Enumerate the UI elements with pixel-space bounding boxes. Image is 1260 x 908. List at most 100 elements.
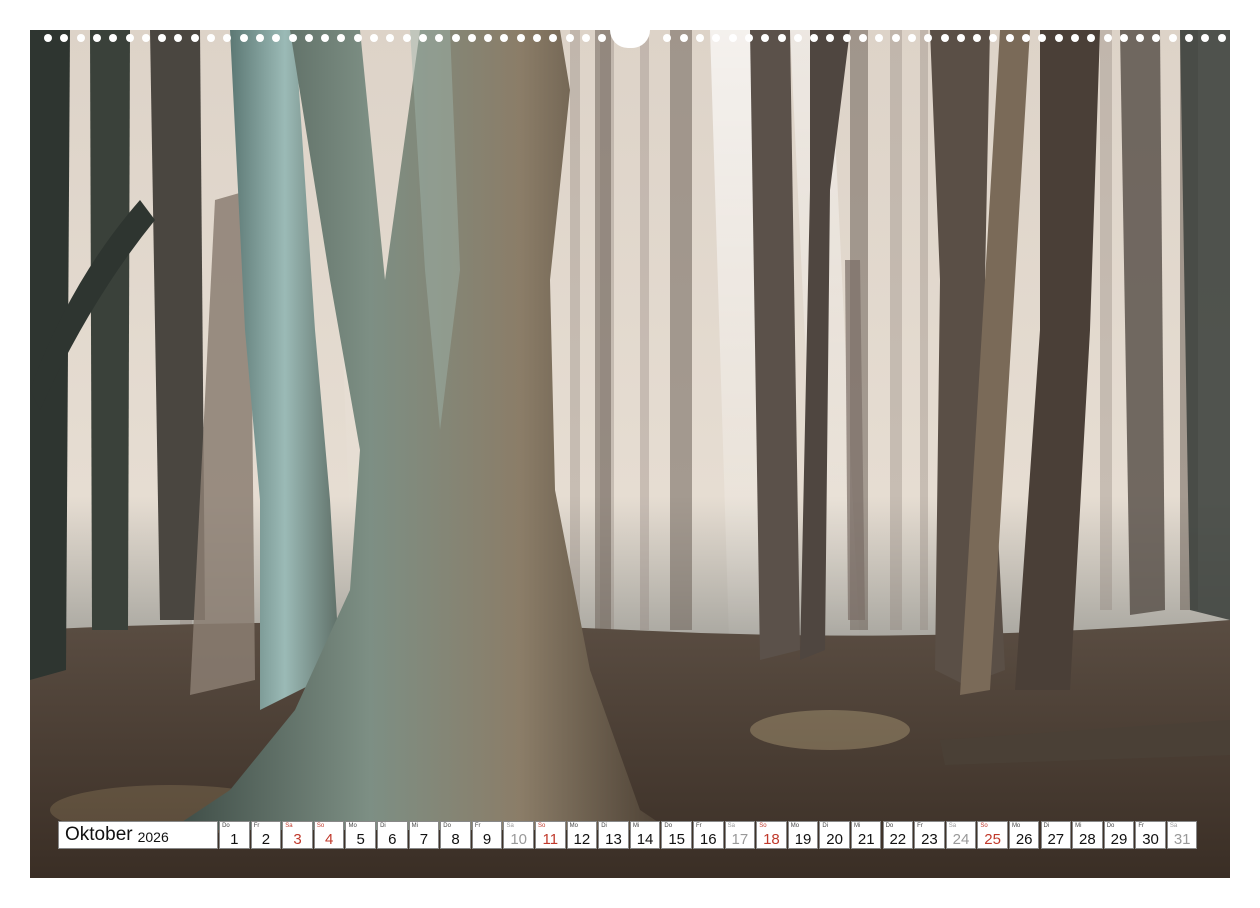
binding-hole — [467, 34, 476, 42]
calendar-day-cell: Mo 19 — [787, 821, 819, 849]
weekday-abbr: Mi — [853, 823, 861, 829]
weekday-abbr: Sa — [506, 823, 514, 829]
calendar-day-cell: Di 13 — [598, 821, 629, 849]
weekday-abbr: So — [316, 823, 325, 829]
weekday-abbr: Mo — [1011, 823, 1021, 829]
binding-hole — [272, 34, 281, 42]
day-number: 1 — [230, 831, 239, 848]
binding-hole — [989, 34, 998, 42]
calendar-day-cell: Mo 26 — [1008, 821, 1040, 849]
binding-hole — [516, 34, 525, 42]
binding-hole — [1103, 34, 1112, 42]
binding-hole — [402, 34, 411, 42]
weekday-abbr: Fr — [696, 823, 702, 829]
weekday-abbr: Do — [885, 823, 894, 829]
binding-hole — [1136, 34, 1145, 42]
binding-hole — [321, 34, 330, 42]
weekday-abbr: Sa — [948, 823, 957, 829]
day-number: 12 — [573, 831, 591, 848]
calendar-day-cell: Do 22 — [882, 821, 914, 849]
day-number: 28 — [1079, 831, 1096, 848]
binding-hole — [793, 34, 802, 42]
binding-hole — [761, 34, 770, 42]
calendar-day-cell: Sa 10 — [503, 821, 534, 849]
day-number: 24 — [952, 831, 970, 848]
month-label-box: Oktober 2026 — [58, 821, 218, 849]
weekday-abbr: Do — [1106, 823, 1115, 829]
binding-hole — [60, 34, 69, 42]
weekday-abbr: Di — [601, 823, 607, 829]
day-number: 17 — [731, 831, 749, 848]
weekday-abbr: Fr — [253, 823, 260, 829]
day-number: 19 — [794, 831, 812, 848]
binding-hole — [44, 34, 52, 42]
calendar-day-cell: Di 27 — [1040, 821, 1072, 849]
binding-hole — [826, 34, 835, 42]
binding-hole — [386, 34, 395, 42]
binding-hole — [842, 34, 851, 42]
weekday-abbr: Fr — [1138, 823, 1144, 829]
weekday-abbr: Do — [222, 823, 230, 829]
binding-hole — [239, 34, 248, 42]
binding-hole — [451, 34, 460, 42]
weekday-abbr: Fr — [474, 823, 481, 829]
day-number: 7 — [419, 831, 429, 848]
calendar-day-cell: Sa 24 — [945, 821, 977, 849]
weekday-abbr: So — [759, 823, 767, 829]
binding-hole — [565, 34, 574, 42]
weekday-abbr: Mo — [569, 823, 578, 829]
binding-hole — [663, 34, 672, 42]
day-cells: Do 1 Fr 2 Sa 3 So 4 Mo 5 Di 6 Mi 7 Do 8 Fr 9 Sa 10 So 11 Mo 12 D… — [218, 821, 1198, 849]
weekday-abbr: Fr — [917, 823, 923, 829]
weekday-abbr: Sa — [285, 823, 293, 829]
calendar-day-cell: Di 6 — [377, 821, 408, 849]
calendar-day-cell: Mi 28 — [1072, 821, 1103, 849]
weekday-abbr: Do — [664, 823, 673, 829]
weekday-abbr: Sa — [1169, 823, 1178, 829]
calendar-day-cell: Sa 3 — [282, 821, 313, 849]
day-number: 31 — [1173, 831, 1191, 848]
binding-hole — [223, 34, 232, 42]
calendar-day-cell: Fr 9 — [471, 821, 503, 849]
weekday-abbr: Mo — [790, 823, 800, 829]
binding-hole — [924, 34, 933, 42]
binding-hole — [353, 34, 362, 42]
calendar-day-cell: Mi 7 — [408, 821, 440, 849]
day-number: 14 — [636, 831, 654, 848]
weekday-abbr: Mi — [632, 823, 640, 829]
day-number: 23 — [921, 831, 938, 848]
binding-hole — [92, 34, 101, 42]
binding-hole — [288, 34, 297, 42]
binding-hole — [1054, 34, 1063, 42]
day-number: 4 — [324, 831, 334, 848]
binding-hole — [76, 34, 85, 42]
day-number: 8 — [451, 831, 460, 848]
day-number: 6 — [388, 831, 397, 848]
calendar-day-cell: Mi 14 — [629, 821, 661, 849]
day-number: 22 — [889, 831, 907, 848]
binding-hole — [1087, 34, 1096, 42]
calendar-strip: Oktober 2026 Do 1 Fr 2 Sa 3 So 4 Mo 5 Di 6 Mi 7 Do 8 Fr 9… — [58, 821, 1198, 849]
binding-hole — [777, 34, 786, 42]
binding-hole — [418, 34, 427, 42]
binding-hole — [304, 34, 313, 42]
calendar-day-cell: Mo 12 — [566, 821, 598, 849]
calendar-day-cell: Fr 2 — [250, 821, 282, 849]
binding-hole — [207, 34, 215, 42]
binding-hole — [1168, 34, 1177, 42]
calendar-day-cell: Fr 16 — [693, 821, 724, 849]
calendar-day-cell: So 18 — [756, 821, 787, 849]
month-year: 2026 — [137, 828, 169, 845]
binding-hole — [859, 34, 867, 42]
binding-hole — [533, 34, 541, 42]
weekday-abbr: Di — [822, 823, 829, 829]
day-number: 26 — [1015, 831, 1033, 848]
weekday-abbr: Mi — [1075, 823, 1082, 829]
binding-hole — [370, 34, 378, 42]
binding-hole — [1201, 34, 1210, 42]
day-number: 3 — [293, 831, 302, 848]
binding-hole — [712, 34, 721, 42]
day-number: 15 — [668, 831, 685, 848]
weekday-abbr: So — [980, 823, 988, 829]
binding-hole — [940, 34, 949, 42]
